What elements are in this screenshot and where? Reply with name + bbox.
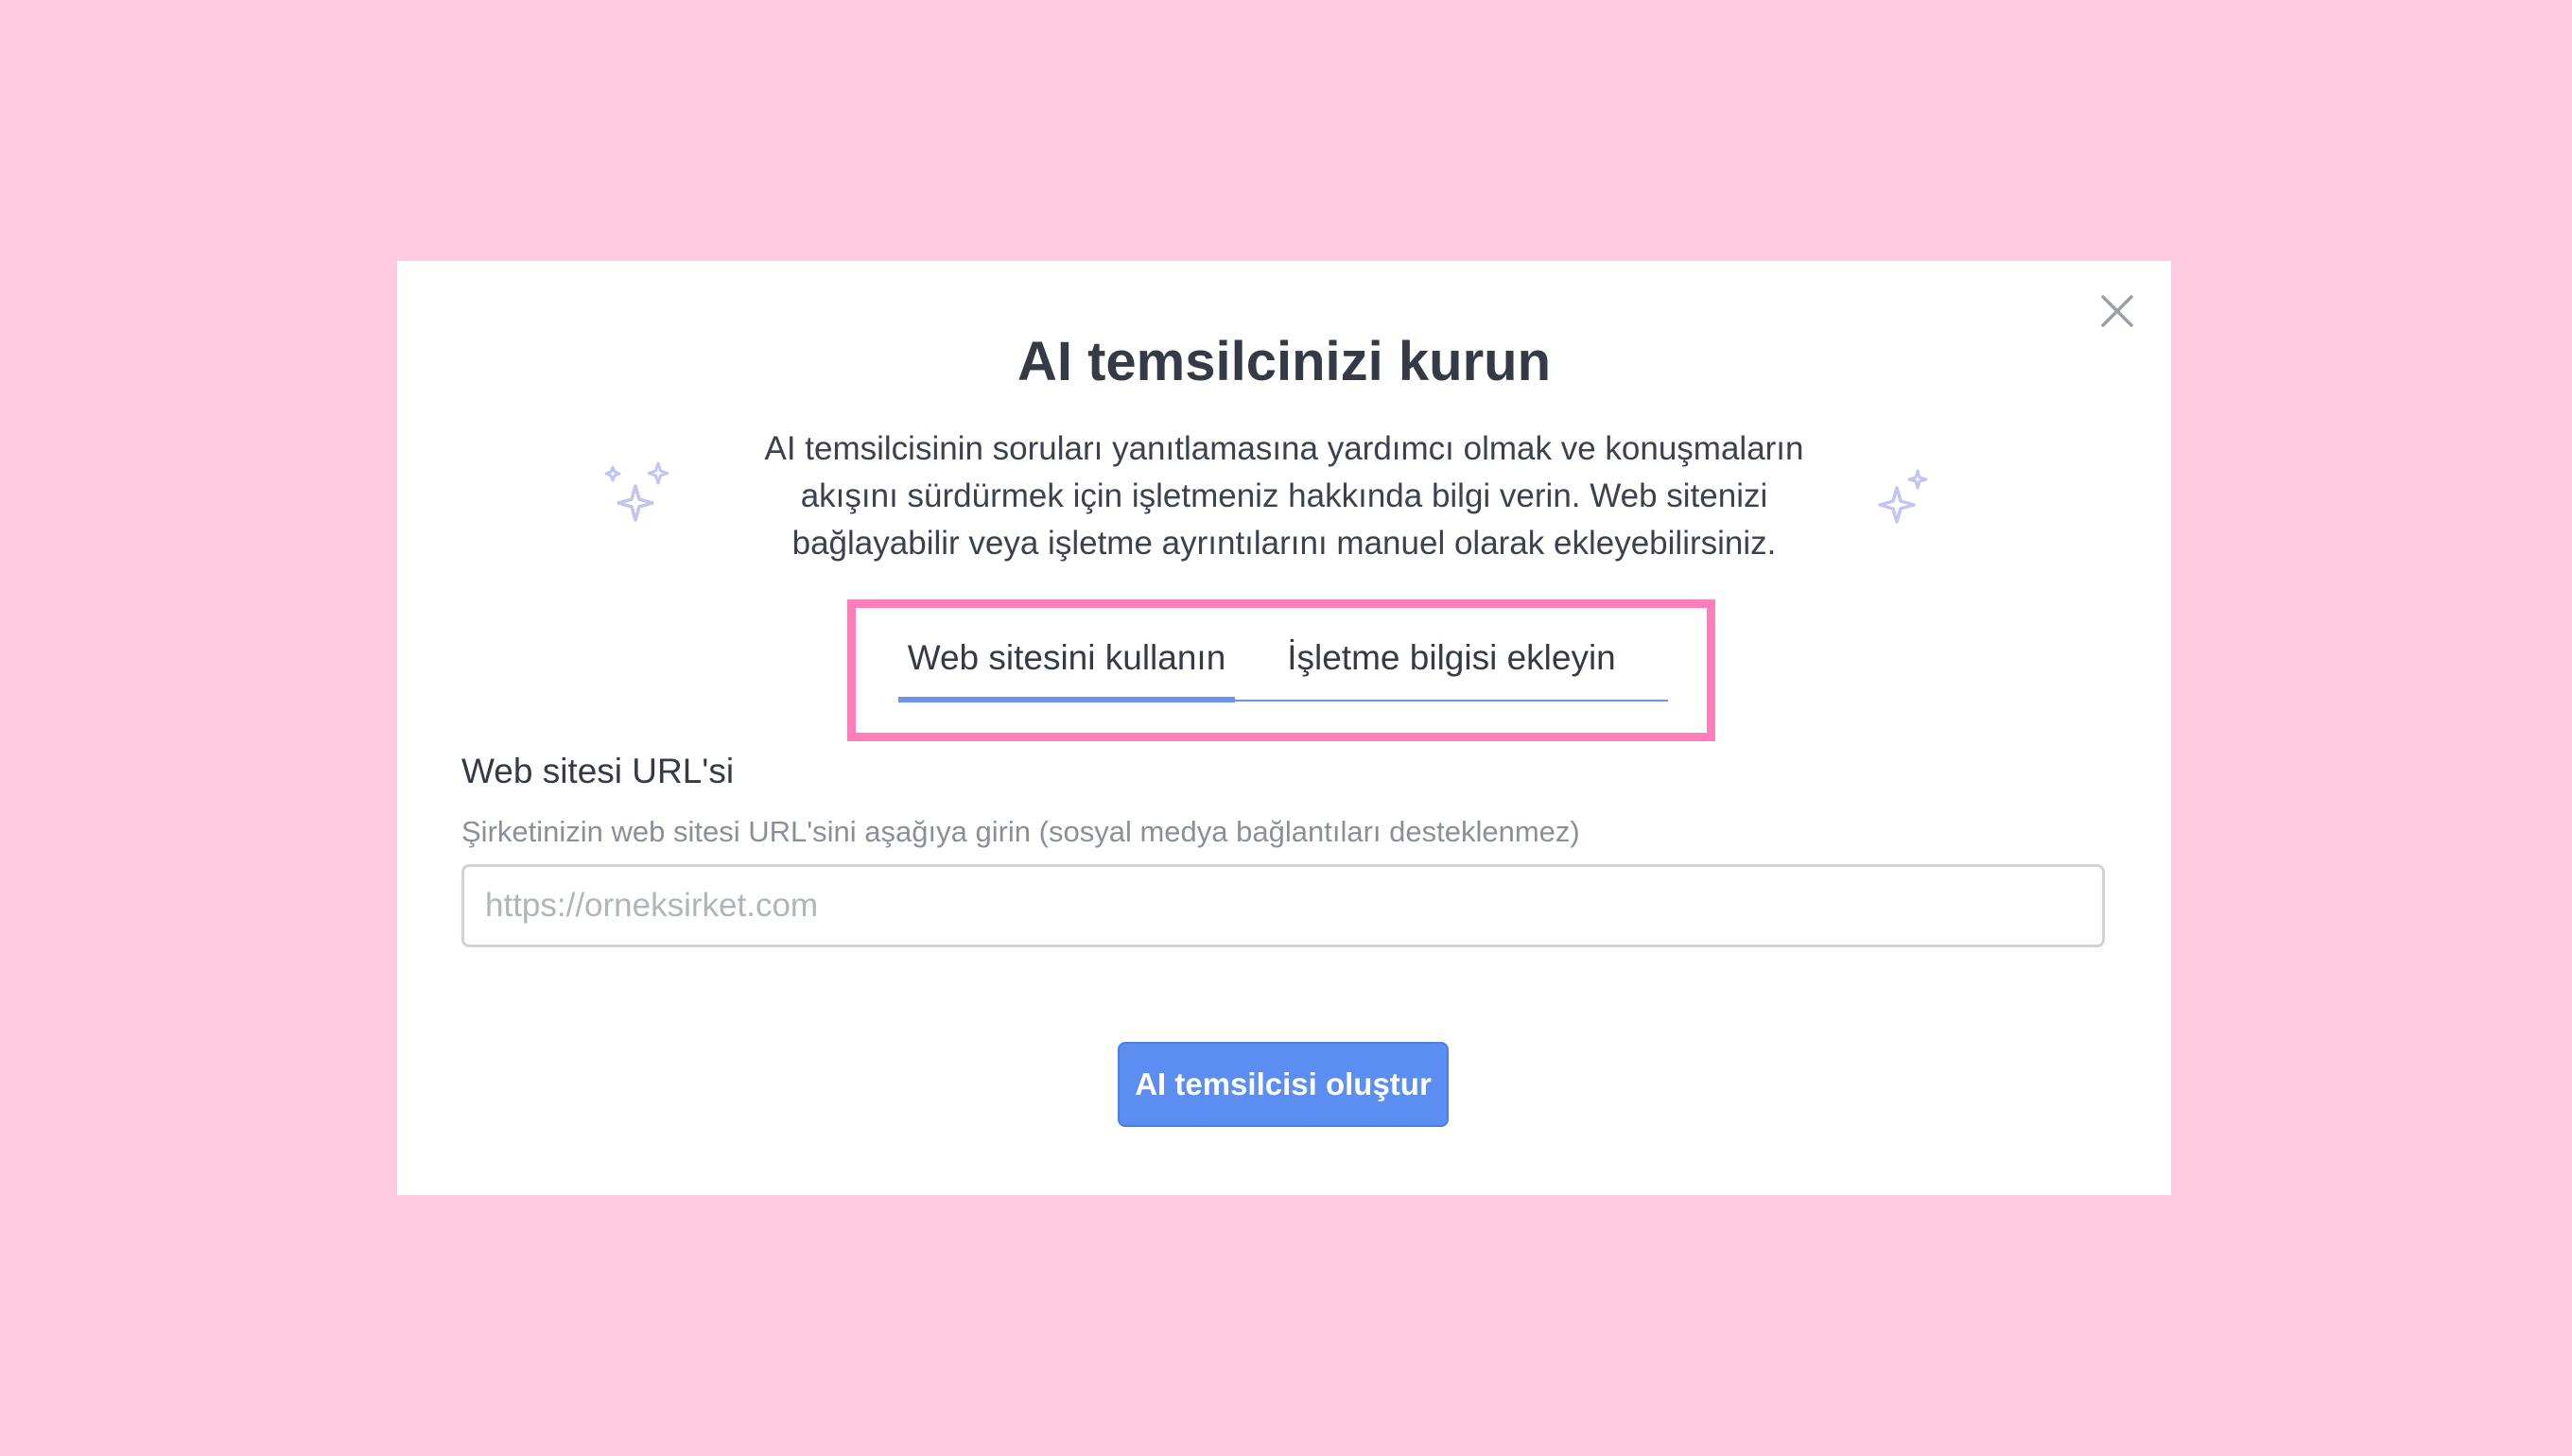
sparkle-icon (1878, 467, 1931, 526)
sparkle-icon (601, 454, 686, 539)
create-ai-agent-button[interactable]: AI temsilcisi oluştur (1118, 1042, 1449, 1127)
website-url-input[interactable] (461, 864, 2105, 947)
tab-use-website[interactable]: Web sitesini kullanın (898, 628, 1235, 702)
url-field-help: Şirketinizin web sitesi URL'sini aşağıya… (461, 815, 1580, 848)
dialog-description: AI temsilcisinin soruları yanıtlamasına … (764, 430, 1804, 562)
url-field-label: Web sitesi URL'si (461, 752, 735, 790)
source-tabs: Web sitesini kullanın İşletme bilgisi ek… (898, 628, 1668, 702)
tab-add-business-info[interactable]: İşletme bilgisi ekleyin (1235, 628, 1668, 700)
dialog-title: AI temsilcinizi kurun (1017, 331, 1551, 392)
